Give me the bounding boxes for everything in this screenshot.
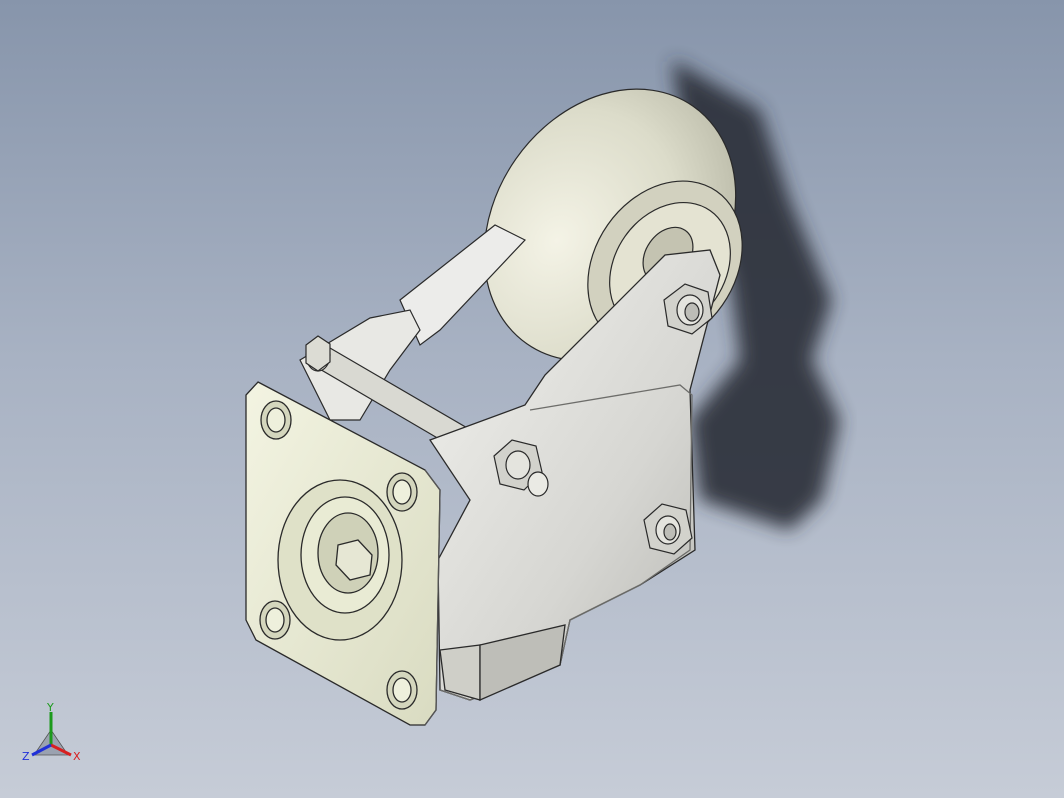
caster-model[interactable]: [0, 0, 1064, 798]
cad-3d-viewport[interactable]: Y X Z: [0, 0, 1064, 798]
y-axis-label: Y: [46, 701, 54, 714]
fork-rear-bracket: [299, 224, 526, 421]
x-axis-label: X: [73, 750, 81, 763]
mounting-plate[interactable]: [245, 381, 441, 726]
orientation-triad: Y X Z: [22, 701, 81, 763]
z-axis-label: Z: [22, 750, 30, 763]
